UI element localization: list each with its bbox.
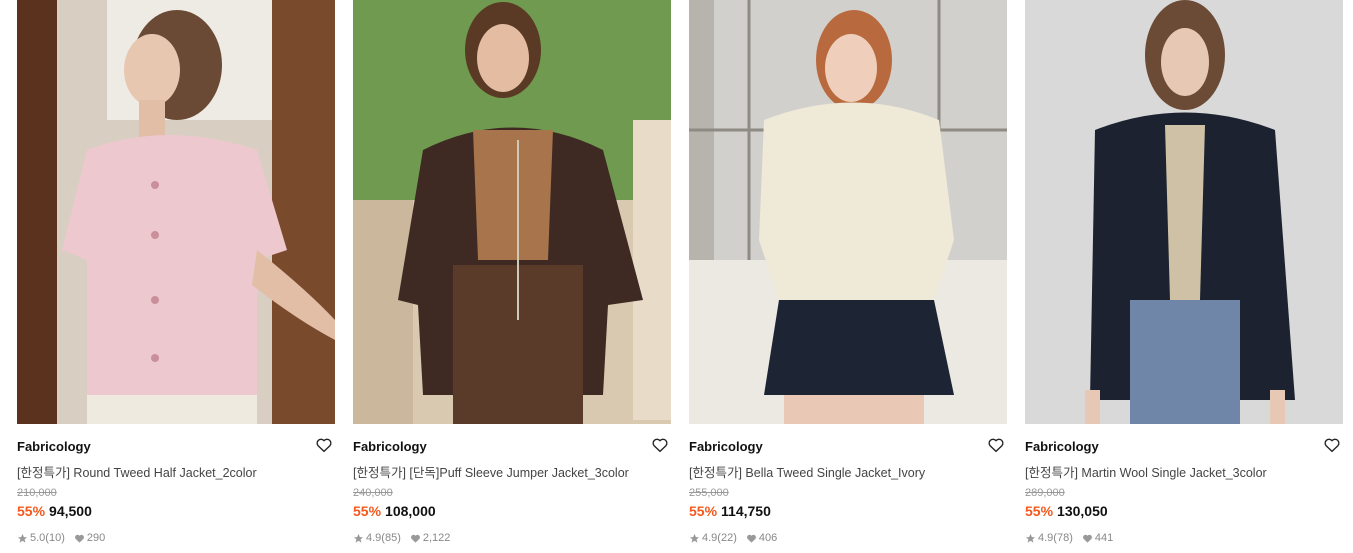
product-name[interactable]: [한정특가] Martin Wool Single Jacket_3color: [1025, 462, 1343, 481]
review-count: (10): [45, 532, 65, 544]
product-meta: 4.9 (22) 406: [689, 532, 777, 544]
discount-rate: 55%: [353, 503, 382, 519]
product-image[interactable]: [17, 0, 335, 424]
brand-name[interactable]: Fabricology: [17, 439, 91, 454]
product-card[interactable]: Fabricology [한정특가] Round Tweed Half Jack…: [17, 0, 335, 553]
discount-rate: 55%: [1025, 503, 1054, 519]
product-meta: 4.9 (85) 2,122: [353, 532, 450, 544]
heart-filled-icon: [1082, 534, 1092, 543]
discount-rate: 55%: [17, 503, 46, 519]
heart-icon[interactable]: [315, 436, 333, 454]
ivory-tweed-jacket-photo: [689, 0, 1007, 424]
original-price: 210,000: [17, 487, 57, 499]
star-icon: [353, 533, 364, 543]
original-price: 240,000: [353, 487, 393, 499]
star-icon: [17, 533, 28, 543]
brand-row: Fabricology: [353, 436, 671, 456]
product-image[interactable]: [1025, 0, 1343, 424]
price-row: 55% 108,000: [353, 503, 436, 519]
product-image[interactable]: [353, 0, 671, 424]
like-count: 441: [1094, 532, 1114, 544]
rating-value: 4.9: [702, 532, 718, 544]
brand-name[interactable]: Fabricology: [1025, 439, 1099, 454]
discount-rate: 55%: [689, 503, 718, 519]
heart-filled-icon: [74, 534, 84, 543]
navy-wool-jacket-photo: [1025, 0, 1343, 424]
product-meta: 5.0 (10) 290: [17, 532, 105, 544]
review-count: (85): [381, 532, 401, 544]
product-grid: Fabricology [한정특가] Round Tweed Half Jack…: [0, 0, 1353, 553]
heart-icon[interactable]: [1323, 436, 1341, 454]
product-image[interactable]: [689, 0, 1007, 424]
product-meta: 4.9 (78) 441: [1025, 532, 1113, 544]
heart-icon[interactable]: [651, 436, 669, 454]
product-name[interactable]: [한정특가] [단독]Puff Sleeve Jumper Jacket_3co…: [353, 462, 671, 481]
brand-row: Fabricology: [689, 436, 1007, 456]
product-card[interactable]: Fabricology [한정특가] [단독]Puff Sleeve Jumpe…: [353, 0, 671, 553]
brand-name[interactable]: Fabricology: [689, 439, 763, 454]
sale-price: 114,750: [721, 503, 771, 519]
heart-filled-icon: [410, 534, 420, 543]
like-count: 290: [86, 532, 106, 544]
price-row: 55% 114,750: [689, 503, 771, 519]
sale-price: 108,000: [385, 503, 436, 519]
heart-icon[interactable]: [987, 436, 1005, 454]
original-price: 255,000: [689, 487, 729, 499]
sale-price: 130,050: [1057, 503, 1108, 519]
like-count: 2,122: [422, 532, 451, 544]
rating-value: 5.0: [30, 532, 46, 544]
like-count: 406: [758, 532, 778, 544]
star-icon: [689, 533, 700, 543]
original-price: 289,000: [1025, 487, 1065, 499]
heart-filled-icon: [746, 534, 756, 543]
review-count: (22): [717, 532, 737, 544]
brown-jumper-jacket-photo: [353, 0, 671, 424]
brand-row: Fabricology: [17, 436, 335, 456]
brand-name[interactable]: Fabricology: [353, 439, 427, 454]
sale-price: 94,500: [49, 503, 92, 519]
price-row: 55% 94,500: [17, 503, 92, 519]
rating-value: 4.9: [366, 532, 382, 544]
product-name[interactable]: [한정특가] Bella Tweed Single Jacket_Ivory: [689, 462, 1007, 481]
product-card[interactable]: Fabricology [한정특가] Bella Tweed Single Ja…: [689, 0, 1007, 553]
review-count: (78): [1053, 532, 1073, 544]
pink-tweed-jacket-photo: [17, 0, 335, 424]
rating-value: 4.9: [1038, 532, 1054, 544]
brand-row: Fabricology: [1025, 436, 1343, 456]
price-row: 55% 130,050: [1025, 503, 1108, 519]
star-icon: [1025, 533, 1036, 543]
product-name[interactable]: [한정특가] Round Tweed Half Jacket_2color: [17, 462, 335, 481]
product-card[interactable]: Fabricology [한정특가] Martin Wool Single Ja…: [1025, 0, 1343, 553]
